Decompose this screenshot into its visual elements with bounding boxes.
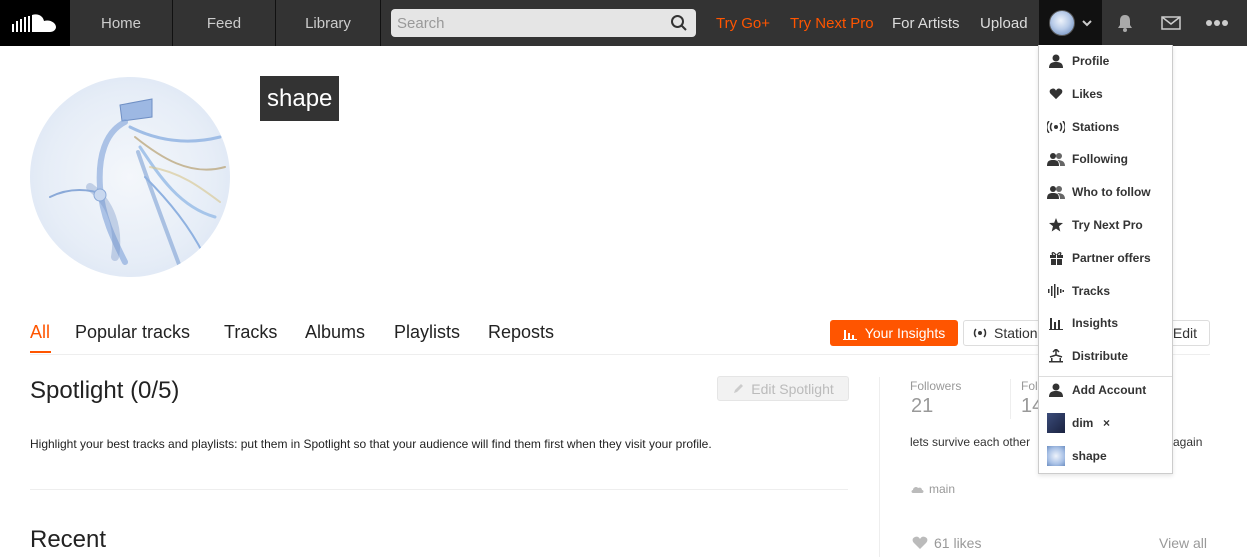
star-icon xyxy=(1047,216,1065,234)
soundcloud-logo[interactable] xyxy=(0,0,70,46)
spotlight-description: Highlight your best tracks and playlists… xyxy=(30,437,712,451)
followers-count[interactable]: 21 xyxy=(911,395,933,418)
account-avatar xyxy=(1047,413,1065,433)
tab-popular-tracks[interactable]: Popular tracks xyxy=(75,322,190,343)
bio-text: lets survive each other xyxy=(910,435,1031,449)
menu-item-who-to-follow[interactable]: Who to follow xyxy=(1039,179,1172,205)
section-divider xyxy=(30,489,848,490)
spotlight-title: Spotlight (0/5) xyxy=(30,377,180,404)
view-all-likes-link[interactable]: View all xyxy=(1159,535,1207,551)
user-dropdown-menu: Profile Likes Stations Following Who to … xyxy=(1038,45,1173,474)
profile-avatar[interactable] xyxy=(30,77,230,277)
top-navbar: Home Feed Library Try Go+ Try Next Pro F… xyxy=(0,0,1247,46)
cloud-logo-icon xyxy=(12,14,56,32)
menu-item-try-next-pro[interactable]: Try Next Pro xyxy=(1039,212,1172,238)
following-label[interactable]: Fol xyxy=(1021,379,1038,393)
account-switch-shape[interactable]: shape xyxy=(1039,443,1172,469)
menu-item-distribute[interactable]: Distribute xyxy=(1039,343,1172,369)
chevron-down-icon xyxy=(1082,20,1092,27)
avatar xyxy=(1049,10,1075,36)
heart-icon xyxy=(1047,85,1065,103)
for-artists-link[interactable]: For Artists xyxy=(892,0,960,46)
try-next-pro-link[interactable]: Try Next Pro xyxy=(790,0,874,46)
recent-heading: Recent xyxy=(30,526,107,553)
distribute-icon xyxy=(1047,347,1065,365)
stats-separator xyxy=(1010,379,1011,419)
menu-item-insights[interactable]: Insights xyxy=(1039,310,1172,336)
users-icon xyxy=(1047,150,1065,168)
account-name: shape xyxy=(1072,449,1107,463)
menu-item-following[interactable]: Following xyxy=(1039,146,1172,172)
menu-item-tracks[interactable]: Tracks xyxy=(1039,278,1172,304)
waveform-icon xyxy=(1047,282,1065,300)
messages-envelope-icon[interactable] xyxy=(1148,0,1194,46)
tab-all[interactable]: All xyxy=(30,322,50,343)
tab-albums[interactable]: Albums xyxy=(305,322,365,343)
insights-bars-icon xyxy=(1047,314,1065,332)
active-tab-indicator xyxy=(30,351,51,353)
nav-feed[interactable]: Feed xyxy=(173,0,276,46)
your-insights-button[interactable]: Your Insights xyxy=(830,320,958,346)
likes-summary[interactable]: 61 likes xyxy=(912,535,981,551)
heart-icon xyxy=(912,536,928,549)
city-label: main xyxy=(929,482,956,496)
user-icon xyxy=(1047,381,1065,399)
users-add-icon xyxy=(1047,183,1065,201)
menu-item-label: Following xyxy=(1072,152,1128,166)
nav-home[interactable]: Home xyxy=(70,0,173,46)
station-button-label: Station xyxy=(994,325,1038,341)
location-info: main xyxy=(911,482,955,496)
menu-item-label: Who to follow xyxy=(1072,185,1151,199)
more-dots-icon[interactable] xyxy=(1194,0,1240,46)
station-button[interactable]: Station xyxy=(963,320,1043,346)
gift-icon xyxy=(1047,249,1065,267)
station-radio-icon xyxy=(973,328,987,338)
profile-artwork-image xyxy=(49,98,226,269)
menu-item-label: Try Next Pro xyxy=(1072,218,1143,232)
tab-tracks[interactable]: Tracks xyxy=(224,322,277,343)
edit-button-label: Edit xyxy=(1172,325,1197,341)
menu-item-label: Stations xyxy=(1072,120,1120,134)
sidebar-divider xyxy=(879,377,880,557)
search-icon[interactable] xyxy=(670,14,688,37)
menu-item-likes[interactable]: Likes xyxy=(1039,81,1172,107)
nav-library[interactable]: Library xyxy=(276,0,381,46)
likes-count: 61 likes xyxy=(934,535,982,551)
account-avatar xyxy=(1047,446,1065,466)
menu-item-label: Add Account xyxy=(1072,383,1147,397)
menu-item-add-account[interactable]: Add Account xyxy=(1039,377,1172,403)
account-switch-dim[interactable]: dim × xyxy=(1039,410,1172,436)
try-go-link[interactable]: Try Go+ xyxy=(716,0,770,46)
tab-playlists[interactable]: Playlists xyxy=(394,322,460,343)
menu-item-label: Likes xyxy=(1072,87,1103,101)
insights-button-label: Your Insights xyxy=(864,325,946,341)
menu-item-label: Profile xyxy=(1072,54,1110,68)
account-name: dim xyxy=(1072,416,1094,430)
search-input[interactable] xyxy=(391,9,661,37)
search-box xyxy=(391,9,696,37)
cloud-icon xyxy=(911,486,924,493)
pencil-icon xyxy=(734,384,744,393)
menu-item-profile[interactable]: Profile xyxy=(1039,48,1172,74)
followers-label[interactable]: Followers xyxy=(910,379,961,393)
profile-username: shape xyxy=(260,76,340,121)
menu-item-stations[interactable]: Stations xyxy=(1039,114,1172,140)
upload-link[interactable]: Upload xyxy=(980,0,1028,46)
remove-account-close-icon[interactable]: × xyxy=(1103,416,1110,430)
menu-item-label: Partner offers xyxy=(1072,251,1151,265)
tabs-divider xyxy=(30,354,1210,355)
user-menu-button[interactable] xyxy=(1039,0,1102,46)
tab-reposts[interactable]: Reposts xyxy=(488,322,554,343)
station-radio-icon xyxy=(1047,118,1065,136)
notifications-bell-icon[interactable] xyxy=(1102,0,1148,46)
edit-spotlight-button[interactable]: Edit Spotlight xyxy=(717,376,849,401)
insights-bars-icon xyxy=(842,329,857,340)
user-icon xyxy=(1047,52,1065,70)
bio-text-end: again xyxy=(1173,435,1203,449)
menu-item-label: Tracks xyxy=(1072,284,1111,298)
menu-item-partner-offers[interactable]: Partner offers xyxy=(1039,245,1172,271)
edit-spotlight-label: Edit Spotlight xyxy=(751,380,834,397)
menu-item-label: Distribute xyxy=(1072,349,1129,363)
menu-item-label: Insights xyxy=(1072,316,1119,330)
